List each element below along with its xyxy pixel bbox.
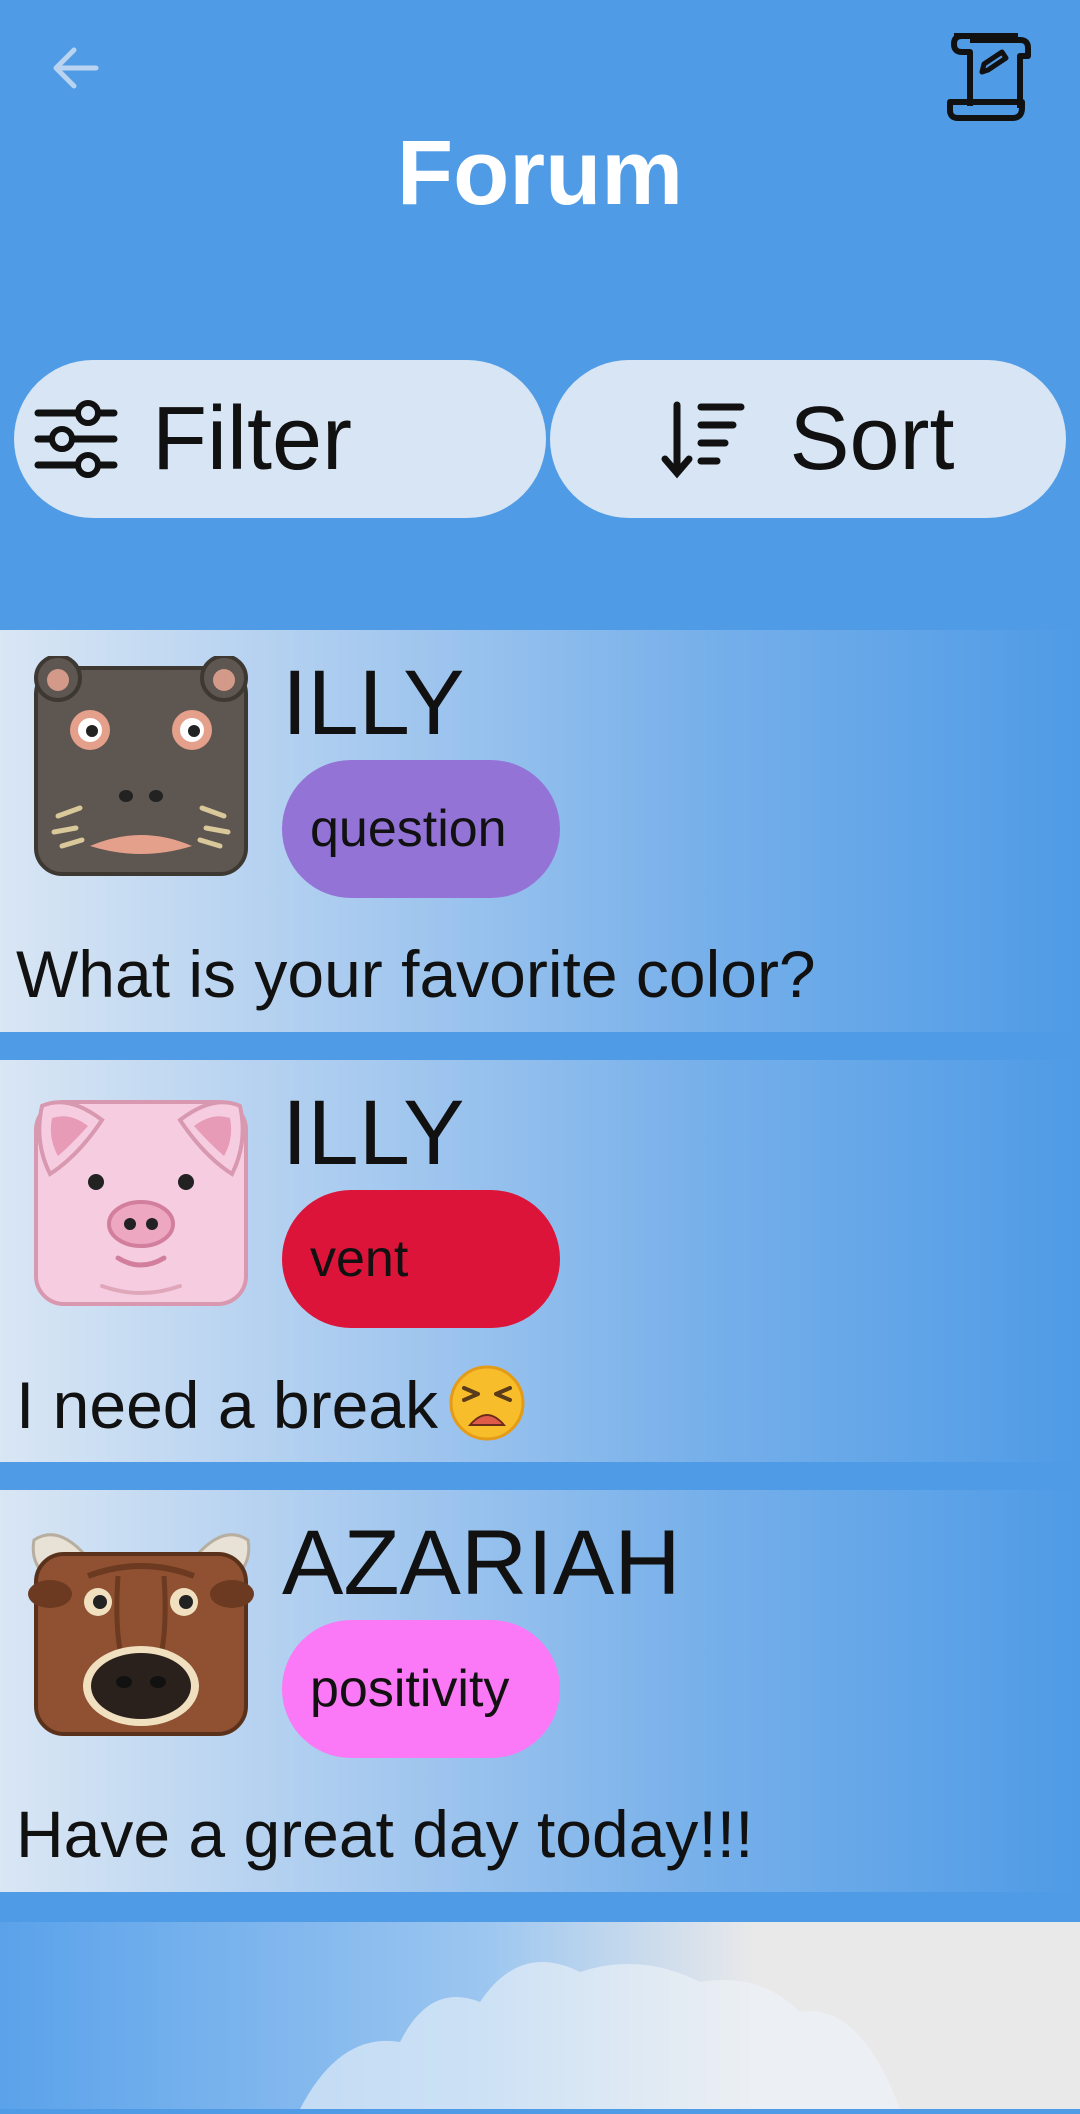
app-header: Forum Filter Sort	[0, 0, 1080, 630]
post-message: Have a great day today!!!	[16, 1797, 754, 1871]
post-message: What is your favorite color?	[16, 937, 816, 1011]
weary-face-icon	[449, 1365, 525, 1441]
username: ILLY	[282, 652, 465, 754]
tag-badge: positivity	[282, 1620, 560, 1758]
sort-label: Sort	[789, 389, 955, 489]
post-card[interactable]: ILLY vent I need a break	[0, 1060, 1080, 1462]
bull-avatar	[28, 1533, 254, 1736]
arrow-left-icon[interactable]	[44, 36, 108, 100]
pig-avatar	[34, 1100, 248, 1306]
scroll-icon[interactable]	[940, 26, 1040, 126]
post-card[interactable]: AZARIAH positivity Have a great day toda…	[0, 1490, 1080, 1892]
sliders-icon	[34, 400, 118, 478]
background-sky	[0, 1922, 1080, 2109]
post-message: I need a break	[16, 1364, 526, 1445]
filter-button[interactable]: Filter	[14, 360, 546, 518]
post-card[interactable]: ILLY question What is your favorite colo…	[0, 630, 1080, 1032]
username: AZARIAH	[282, 1512, 681, 1614]
tag-badge: vent	[282, 1190, 560, 1328]
page-title: Forum	[396, 122, 684, 224]
hippo-avatar	[34, 656, 248, 876]
username: ILLY	[282, 1082, 465, 1184]
sort-descending-icon	[661, 401, 745, 479]
filter-label: Filter	[152, 389, 352, 489]
sort-button[interactable]: Sort	[550, 360, 1066, 518]
cloud-decoration	[300, 1962, 900, 2109]
tag-badge: question	[282, 760, 560, 898]
